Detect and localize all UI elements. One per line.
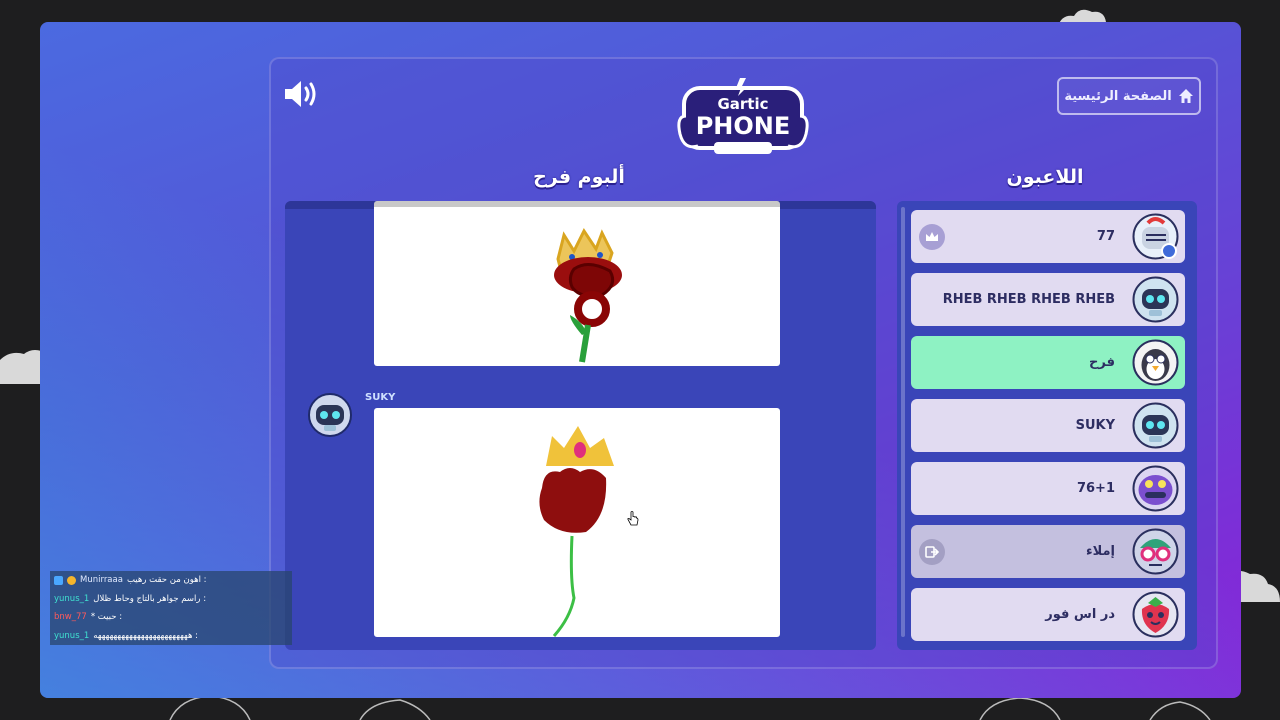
- chat-user: yunus_1: [54, 630, 90, 641]
- chat-text: ههههههههههههههههههههههههه :: [93, 630, 199, 641]
- chat-message: yunus_1 ههههههههههههههههههههههههه :: [54, 627, 288, 646]
- drawing-rose-crown: [554, 228, 622, 363]
- hypnotic-avatar: [1132, 528, 1179, 575]
- chat-badge-icon: [67, 576, 76, 585]
- chat-user: yunus_1: [54, 593, 90, 604]
- home-button[interactable]: الصفحة الرئيسية: [1057, 77, 1201, 115]
- chat-message: Munirraaa اهون من حقت رهيب :: [54, 571, 288, 590]
- robot-avatar: [1132, 276, 1179, 323]
- players-list: 77 RHEB RHEB RHEB RHEB فرح SUKY 76+1 إمل…: [897, 201, 1197, 650]
- player-name: 76+1: [1076, 481, 1115, 496]
- player-card[interactable]: SUKY: [911, 399, 1185, 452]
- player-card[interactable]: إملاء: [911, 525, 1185, 578]
- author-name: SUKY: [365, 392, 396, 403]
- kick-icon[interactable]: [919, 539, 945, 565]
- penguin-avatar: [1132, 339, 1179, 386]
- player-name: فرح: [1089, 355, 1115, 370]
- player-name: SUKY: [1075, 418, 1115, 433]
- chat-message: yunus_1 راسم جواهر بالتاج وحاط ظلال :: [54, 590, 288, 609]
- chat-text: راسم جواهر بالتاج وحاط ظلال :: [93, 593, 207, 604]
- hand-cursor-icon: [627, 511, 639, 526]
- chat-text: * حبيت :: [90, 612, 123, 622]
- player-name: إملاء: [1085, 544, 1115, 559]
- robot-avatar: [1132, 402, 1179, 449]
- chat-text: اهون من حقت رهيب :: [126, 575, 207, 585]
- strawberry-avatar: [1132, 591, 1179, 638]
- album-drawing: [374, 408, 780, 637]
- chat-user: bnw_77: [54, 612, 87, 622]
- player-name: 77: [1096, 229, 1115, 244]
- player-card[interactable]: در اس فور: [911, 588, 1185, 641]
- chat-badge-icon: [54, 576, 63, 585]
- author-avatar: [308, 393, 352, 437]
- player-card[interactable]: RHEB RHEB RHEB RHEB: [911, 273, 1185, 326]
- knight-avatar: [1132, 213, 1179, 260]
- scrollbar[interactable]: [901, 207, 905, 637]
- player-name: در اس فور: [1045, 607, 1115, 622]
- player-name: RHEB RHEB RHEB RHEB: [942, 292, 1115, 307]
- album-scroll-area[interactable]: SUKY: [285, 201, 876, 650]
- crown-icon: [919, 224, 945, 250]
- album-title: ألبوم فرح: [533, 166, 625, 188]
- chat-user: Munirraaa: [80, 575, 123, 585]
- monster-avatar: [1132, 465, 1179, 512]
- player-card[interactable]: 77: [911, 210, 1185, 263]
- players-title: اللاعبون: [1006, 166, 1084, 188]
- home-icon: [1178, 89, 1193, 103]
- chat-message: bnw_77 * حبيت :: [54, 608, 288, 627]
- player-card-active[interactable]: فرح: [911, 336, 1185, 389]
- album-drawing: [374, 201, 780, 366]
- logo-text-top: Gartic: [717, 95, 768, 113]
- gartic-phone-logo: Gartic PHONE: [677, 78, 809, 154]
- stream-chat-overlay: Munirraaa اهون من حقت رهيب : yunus_1 راس…: [50, 571, 292, 645]
- drawing-tulip-crown: [539, 426, 614, 637]
- home-button-label: الصفحة الرئيسية: [1064, 88, 1172, 104]
- player-card[interactable]: 76+1: [911, 462, 1185, 515]
- sound-icon[interactable]: [283, 78, 319, 110]
- logo-text-bottom: PHONE: [696, 112, 791, 140]
